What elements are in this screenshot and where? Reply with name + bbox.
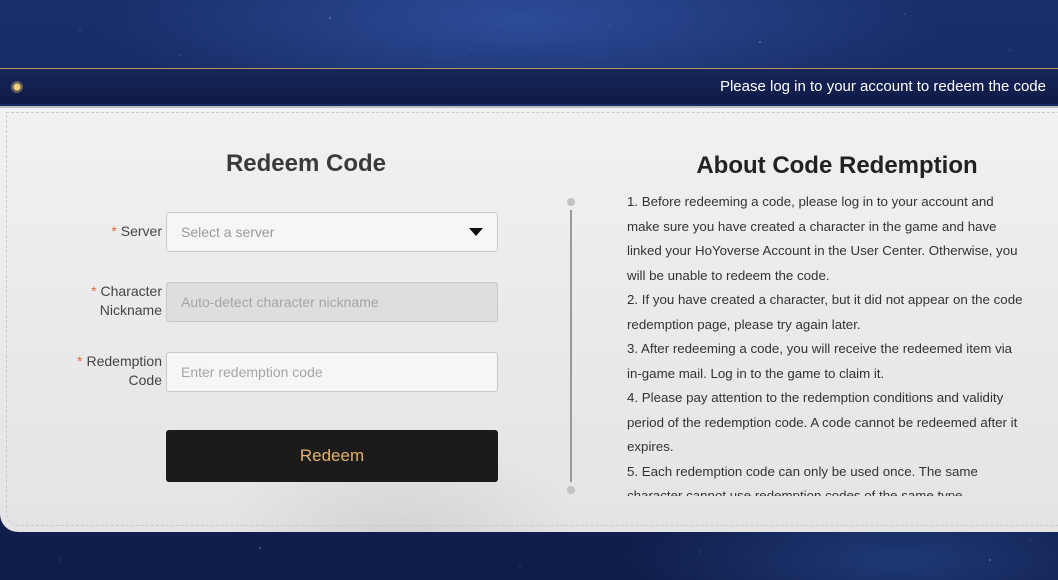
- divider-dot-bottom: [567, 486, 575, 494]
- about-item: 5. Each redemption code can only be used…: [627, 463, 978, 497]
- redeem-button[interactable]: Redeem: [166, 430, 498, 482]
- redeem-panel: Redeem Code * Server Select a server * Cha…: [0, 106, 1058, 532]
- about-item: 3. After redeeming a code, you will rece…: [627, 341, 1013, 381]
- nickname-label: * Character Nickname: [91, 283, 162, 318]
- form-title: Redeem Code: [225, 150, 387, 177]
- required-mark: *: [111, 223, 117, 239]
- redemption-code-input[interactable]: [166, 352, 498, 392]
- about-item: 2. If you have created a character, but …: [627, 292, 1023, 332]
- caret-down-icon: [469, 228, 483, 236]
- about-title: About Code Redemption: [696, 152, 978, 179]
- vertical-divider: [570, 210, 572, 482]
- about-item: 1. Before redeeming a code, please log i…: [627, 194, 1018, 283]
- code-label: * Redemption Code: [77, 353, 162, 388]
- server-select-placeholder: Select a server: [181, 224, 275, 240]
- about-item: 4. Please pay attention to the redemptio…: [627, 390, 1018, 454]
- divider-dot-top: [567, 198, 575, 206]
- about-text[interactable]: 1. Before redeeming a code, please log i…: [627, 190, 1027, 496]
- server-label: * Server: [111, 223, 162, 239]
- top-bar: Please log in to your account to redeem …: [0, 68, 1058, 104]
- login-prompt[interactable]: Please log in to your account to redeem …: [720, 78, 1046, 95]
- required-mark: *: [91, 283, 97, 299]
- sun-icon: [10, 79, 24, 94]
- nickname-input: [166, 282, 498, 322]
- required-mark: *: [77, 353, 83, 369]
- server-select[interactable]: Select a server: [166, 212, 498, 252]
